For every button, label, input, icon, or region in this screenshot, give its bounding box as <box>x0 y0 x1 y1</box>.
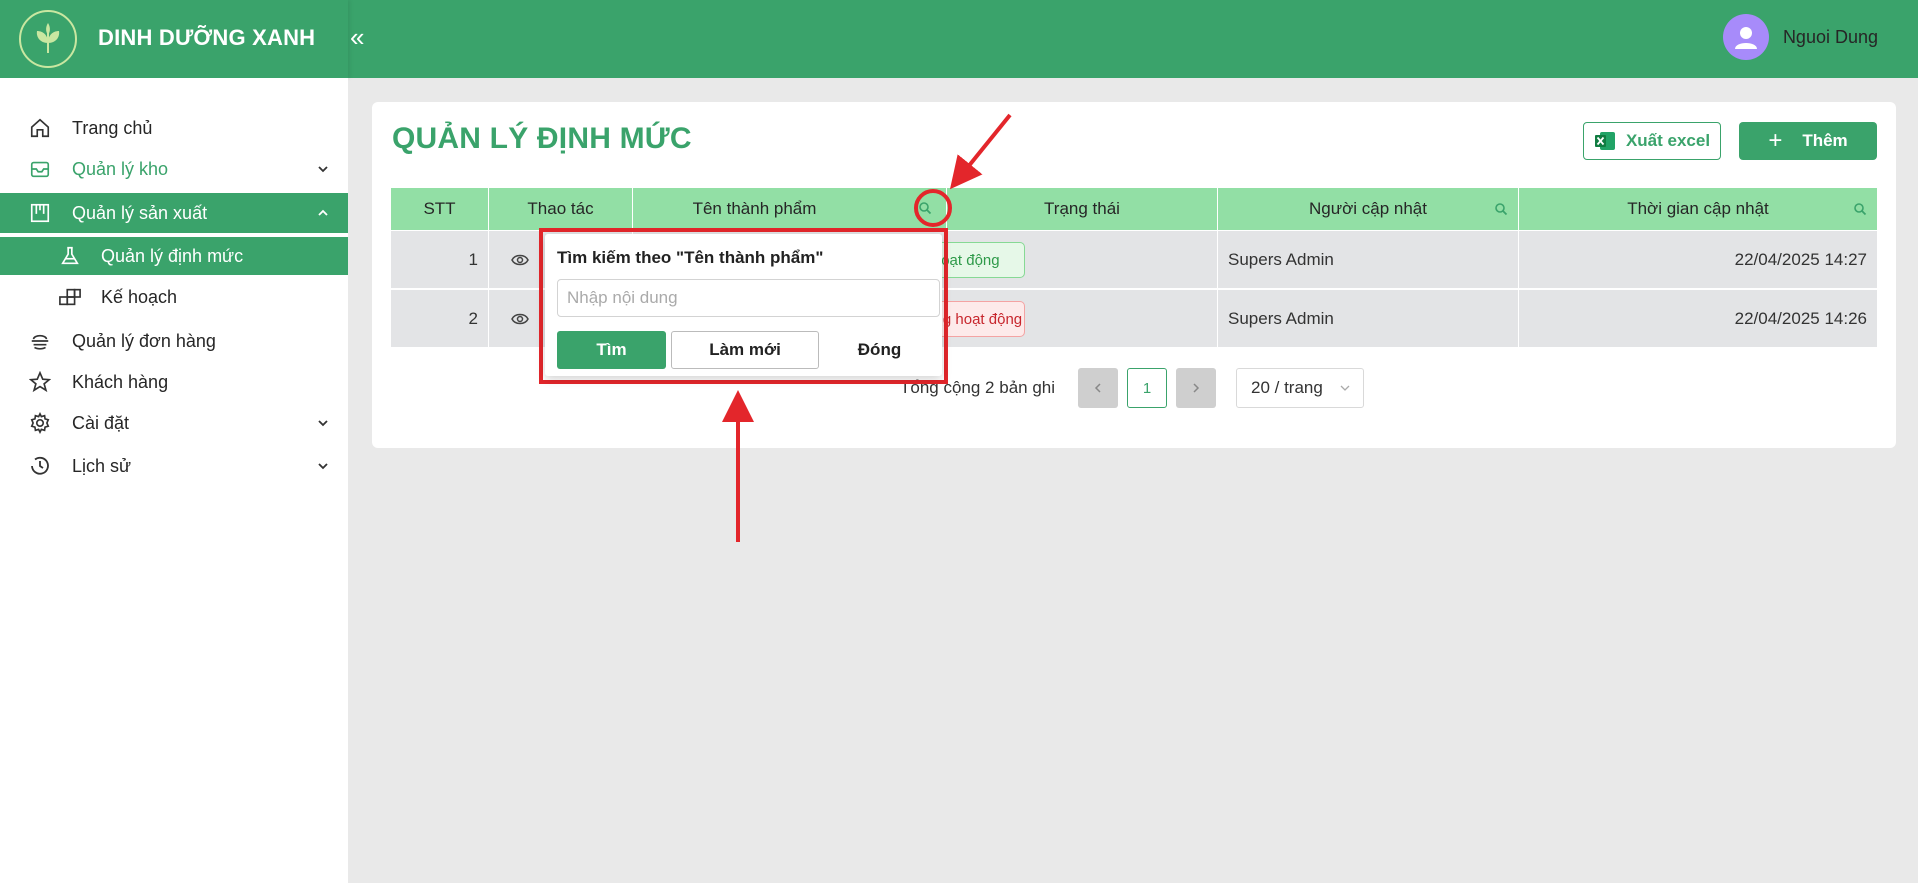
sidebar-item-home[interactable]: Trang chủ <box>0 108 348 148</box>
row-stt: 1 <box>391 231 489 289</box>
column-header-stt: STT <box>391 188 489 230</box>
column-header-updated-by: Người cập nhật <box>1218 188 1519 230</box>
column-header-updated-at: Thời gian cập nhật <box>1519 188 1877 230</box>
page-1-button[interactable]: 1 <box>1127 368 1167 408</box>
eye-icon[interactable] <box>511 312 529 326</box>
sidebar-item-label: Lịch sử <box>72 455 132 476</box>
search-popup-title: Tìm kiếm theo "Tên thành phẩm" <box>557 248 824 267</box>
row-updated-at: 22/04/2025 14:26 <box>1734 309 1867 328</box>
sidebar-item-norms[interactable]: Quản lý định mức <box>0 237 348 275</box>
sidebar-item-settings[interactable]: Cài đặt <box>0 403 348 443</box>
row-updated-by: Supers Admin <box>1218 290 1519 348</box>
chevron-right-icon <box>1193 383 1200 393</box>
home-icon <box>28 116 52 140</box>
eye-icon[interactable] <box>511 253 529 267</box>
export-excel-button[interactable]: Xuất excel <box>1583 122 1721 160</box>
logo-icon <box>19 10 77 68</box>
history-icon <box>28 454 52 478</box>
column-header-actions: Thao tác <box>489 188 633 230</box>
search-popup: Tìm kiếm theo "Tên thành phẩm" Tìm Làm m… <box>545 234 942 376</box>
find-button[interactable]: Tìm <box>557 331 666 369</box>
sidebar-item-plan[interactable]: Kế hoạch <box>0 278 348 316</box>
plus-icon: + <box>1768 127 1783 154</box>
search-input[interactable] <box>557 279 940 317</box>
sidebar-item-warehouse[interactable]: Quản lý kho <box>0 149 348 189</box>
sidebar-item-orders[interactable]: Quản lý đơn hàng <box>0 321 348 361</box>
column-header-status: Trạng thái <box>947 188 1218 230</box>
sidebar-item-label: Kế hoạch <box>101 286 178 307</box>
sidebar-item-label: Quản lý đơn hàng <box>72 330 216 351</box>
sidebar-item-label: Trang chủ <box>72 117 153 138</box>
search-icon[interactable] <box>918 201 932 215</box>
chevron-down-icon <box>318 166 328 173</box>
search-icon[interactable] <box>1494 202 1508 216</box>
page-title: QUẢN LÝ ĐỊNH MỨC <box>392 122 692 155</box>
page-size-select[interactable]: 20 / trang <box>1236 368 1364 408</box>
inbox-icon <box>28 157 52 181</box>
gear-icon <box>28 411 52 435</box>
search-popup-highlight: Tìm kiếm theo "Tên thành phẩm" Tìm Làm m… <box>539 228 948 384</box>
chevron-up-icon <box>318 209 328 216</box>
production-icon <box>28 201 52 225</box>
next-page-button[interactable] <box>1176 368 1216 408</box>
reset-button[interactable]: Làm mới <box>671 331 819 369</box>
plan-icon <box>58 285 82 309</box>
sidebar-item-label: Cài đặt <box>72 412 130 433</box>
add-label: Thêm <box>1802 131 1848 150</box>
chevron-down-icon <box>1340 385 1350 391</box>
row-updated-at: 22/04/2025 14:27 <box>1734 250 1867 269</box>
chevron-left-icon <box>1094 383 1101 393</box>
close-button[interactable]: Đóng <box>825 331 934 369</box>
excel-icon <box>1594 132 1615 150</box>
column-header-product-name: Tên thành phẩm <box>633 188 947 230</box>
sidebar-item-label: Quản lý sản xuất <box>72 202 208 223</box>
brand: DINH DƯỠNG XANH <box>0 0 348 78</box>
top-header: DINH DƯỠNG XANH « Nguoi Dung <box>0 0 1918 78</box>
chevron-down-icon <box>318 463 328 470</box>
brand-name: DINH DƯỠNG XANH <box>98 25 316 50</box>
collapse-sidebar-button[interactable]: « <box>350 22 370 52</box>
sidebar: Trang chủ Quản lý kho Quản lý sản xuất Q… <box>0 78 348 883</box>
sidebar-item-label: Quản lý định mức <box>101 245 244 266</box>
page-size-value: 20 / trang <box>1251 378 1323 397</box>
search-icon[interactable] <box>1853 202 1867 216</box>
star-icon <box>28 370 52 394</box>
table-header: STT Thao tác Tên thành phẩm Trạng thái N… <box>391 188 1877 230</box>
add-button[interactable]: + Thêm <box>1739 122 1877 160</box>
user-menu[interactable]: Nguoi Dung <box>1722 14 1878 60</box>
chevron-down-icon <box>318 420 328 427</box>
sidebar-item-label: Khách hàng <box>72 371 169 392</box>
sidebar-item-history[interactable]: Lịch sử <box>0 446 348 486</box>
order-icon <box>28 329 52 353</box>
flask-icon <box>58 244 82 268</box>
sidebar-item-production[interactable]: Quản lý sản xuất <box>0 193 348 233</box>
sidebar-item-label: Quản lý kho <box>72 158 169 179</box>
sidebar-item-customers[interactable]: Khách hàng <box>0 362 348 402</box>
avatar-icon <box>1722 14 1769 60</box>
prev-page-button[interactable] <box>1078 368 1118 408</box>
row-stt: 2 <box>391 290 489 348</box>
export-excel-label: Xuất excel <box>1625 131 1711 150</box>
user-name: Nguoi Dung <box>1782 26 1878 47</box>
row-updated-by: Supers Admin <box>1218 231 1519 289</box>
